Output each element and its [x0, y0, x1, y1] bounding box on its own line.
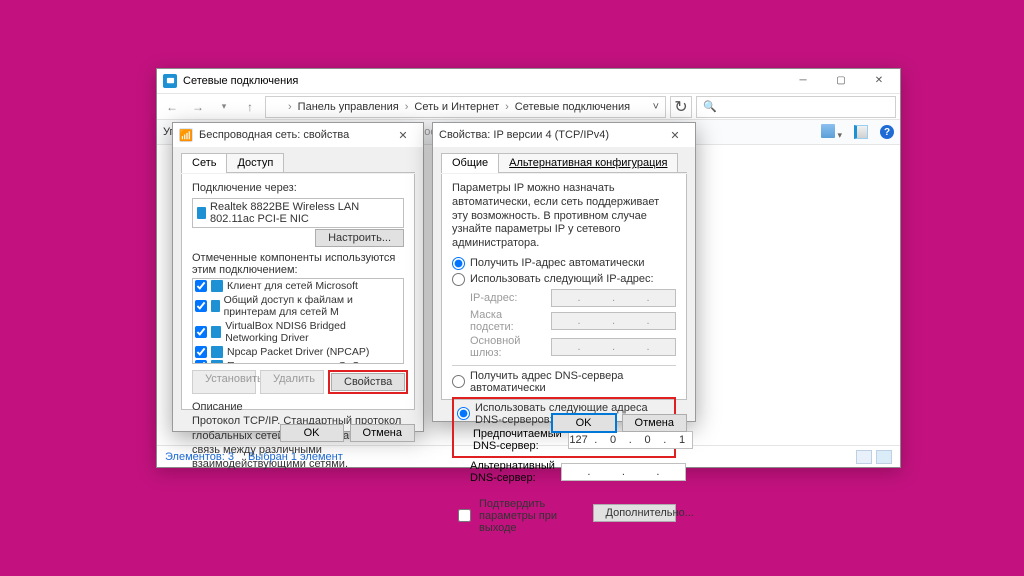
ip-auto-radio[interactable]	[452, 257, 465, 270]
cancel-button[interactable]: Отмена	[622, 414, 687, 432]
protocol-icon	[211, 300, 220, 312]
wifi-icon: 📶	[179, 128, 193, 142]
components-list[interactable]: Клиент для сетей Microsoft Общий доступ к…	[192, 278, 404, 364]
breadcrumb[interactable]: › Панель управления › Сеть и Интернет › …	[265, 96, 666, 118]
ip-address-input: ...	[551, 289, 676, 307]
connect-via-label: Подключение через:	[192, 182, 404, 194]
gateway-label: Основной шлюз:	[470, 335, 545, 359]
titlebar[interactable]: Сетевые подключения ─ ▢ ✕	[157, 69, 900, 93]
component-row[interactable]: Общий доступ к файлам и принтерам для се…	[193, 293, 403, 319]
protocol-icon	[211, 360, 223, 364]
dialog-title: Свойства: IP версии 4 (TCP/IPv4)	[439, 129, 609, 141]
maximize-button[interactable]: ▢	[822, 69, 860, 91]
address-bar: ← → ▾ ↑ › Панель управления › Сеть и Инт…	[157, 93, 900, 119]
view-layout-menu[interactable]	[821, 124, 842, 141]
ok-button[interactable]: OK	[552, 414, 616, 432]
nav-forward-icon[interactable]: →	[187, 96, 209, 118]
validate-checkbox-row[interactable]: Подтвердить параметры при выходе	[454, 498, 593, 534]
component-checkbox[interactable]	[195, 300, 207, 312]
component-name: Планировщик пакетов QoS	[227, 360, 359, 364]
ok-button[interactable]: OK	[280, 424, 344, 442]
dns-auto-label: Получить адрес DNS-сервера автоматически	[470, 370, 676, 394]
component-row[interactable]: Npcap Packet Driver (NPCAP)	[193, 345, 403, 359]
ip-manual-label: Использовать следующий IP-адрес:	[470, 273, 654, 285]
description-label: Описание	[192, 400, 404, 414]
component-name: Клиент для сетей Microsoft	[227, 280, 358, 292]
dns-manual-radio[interactable]	[457, 407, 470, 420]
tcpip-properties-dialog: Свойства: IP версии 4 (TCP/IPv4) ✕ Общие…	[432, 122, 696, 422]
component-checkbox[interactable]	[195, 280, 207, 292]
dialog-title: Беспроводная сеть: свойства	[199, 129, 349, 141]
control-panel-icon	[270, 101, 282, 113]
component-row[interactable]: VirtualBox NDIS6 Bridged Networking Driv…	[193, 319, 403, 345]
cancel-button[interactable]: Отмена	[350, 424, 415, 442]
nav-up-icon[interactable]: ↑	[239, 96, 261, 118]
tab-access[interactable]: Доступ	[226, 153, 284, 173]
nav-history-icon[interactable]: ▾	[213, 96, 235, 118]
protocol-icon	[211, 280, 223, 292]
ip-manual-radio[interactable]	[452, 273, 465, 286]
component-name: VirtualBox NDIS6 Bridged Networking Driv…	[225, 320, 401, 344]
close-button[interactable]: ✕	[860, 69, 898, 91]
preferred-dns-label: Предпочитаемый DNS-сервер:	[473, 428, 562, 452]
close-icon[interactable]: ✕	[389, 129, 417, 142]
preferred-dns-input[interactable]: 127. 0. 0. 1	[568, 431, 693, 449]
properties-button[interactable]: Свойства	[331, 373, 405, 391]
tab-alternate[interactable]: Альтернативная конфигурация	[498, 153, 678, 173]
intro-text: Параметры IP можно назначать автоматичес…	[452, 182, 676, 251]
component-checkbox[interactable]	[195, 346, 207, 358]
wireless-properties-dialog: 📶 Беспроводная сеть: свойства ✕ Сеть Дос…	[172, 122, 424, 432]
gateway-input: ...	[551, 338, 676, 356]
adapter-name-box: Realtek 8822BE Wireless LAN 802.11ac PCI…	[192, 198, 404, 228]
preview-pane-icon[interactable]	[854, 125, 868, 139]
component-name: Общий доступ к файлам и принтерам для се…	[224, 294, 401, 318]
protocol-icon	[211, 346, 223, 358]
layout-icon	[821, 124, 835, 138]
dns-auto-radio[interactable]	[452, 375, 465, 388]
install-button[interactable]: Установить...	[192, 370, 256, 394]
help-icon[interactable]: ?	[880, 125, 894, 139]
component-row[interactable]: Планировщик пакетов QoS	[193, 359, 403, 364]
component-checkbox[interactable]	[195, 360, 207, 364]
close-icon[interactable]: ✕	[661, 129, 689, 142]
component-row[interactable]: Клиент для сетей Microsoft	[193, 279, 403, 293]
nav-back-icon[interactable]: ←	[161, 96, 183, 118]
tiles-view-icon[interactable]	[876, 450, 892, 464]
protocol-icon	[211, 326, 221, 338]
ip-auto-label: Получить IP-адрес автоматически	[470, 257, 644, 269]
subnet-label: Маска подсети:	[470, 309, 545, 333]
advanced-button[interactable]: Дополнительно...	[593, 504, 676, 522]
breadcrumb-item[interactable]: Панель управления	[298, 101, 399, 113]
search-input[interactable]: 🔍	[696, 96, 896, 118]
breadcrumb-item[interactable]: Сетевые подключения	[515, 101, 630, 113]
alternate-dns-label: Альтернативный DNS-сервер:	[470, 460, 555, 484]
remove-button[interactable]: Удалить	[260, 370, 324, 394]
adapter-icon	[197, 207, 206, 219]
ip-address-label: IP-адрес:	[470, 292, 545, 304]
validate-label: Подтвердить параметры при выходе	[479, 498, 593, 534]
window-title: Сетевые подключения	[183, 75, 784, 87]
refresh-button[interactable]: ↻	[670, 96, 692, 118]
validate-checkbox[interactable]	[458, 509, 471, 522]
dialog-titlebar[interactable]: 📶 Беспроводная сеть: свойства ✕	[173, 123, 423, 147]
breadcrumb-item[interactable]: Сеть и Интернет	[414, 101, 499, 113]
search-icon: 🔍	[703, 100, 717, 113]
subnet-input: ...	[551, 312, 676, 330]
dialog-titlebar[interactable]: Свойства: IP версии 4 (TCP/IPv4) ✕	[433, 123, 695, 147]
tab-general[interactable]: Общие	[441, 153, 499, 173]
configure-button[interactable]: Настроить...	[315, 229, 404, 247]
tab-network[interactable]: Сеть	[181, 153, 227, 173]
component-name: Npcap Packet Driver (NPCAP)	[227, 346, 369, 358]
breadcrumb-dropdown-icon[interactable]: ˅	[653, 101, 659, 113]
details-view-icon[interactable]	[856, 450, 872, 464]
component-checkbox[interactable]	[195, 326, 207, 338]
network-icon	[163, 74, 177, 88]
minimize-button[interactable]: ─	[784, 69, 822, 91]
components-label: Отмеченные компоненты используются этим …	[192, 252, 404, 276]
alternate-dns-input[interactable]: ...	[561, 463, 686, 481]
adapter-name: Realtek 8822BE Wireless LAN 802.11ac PCI…	[210, 201, 399, 225]
